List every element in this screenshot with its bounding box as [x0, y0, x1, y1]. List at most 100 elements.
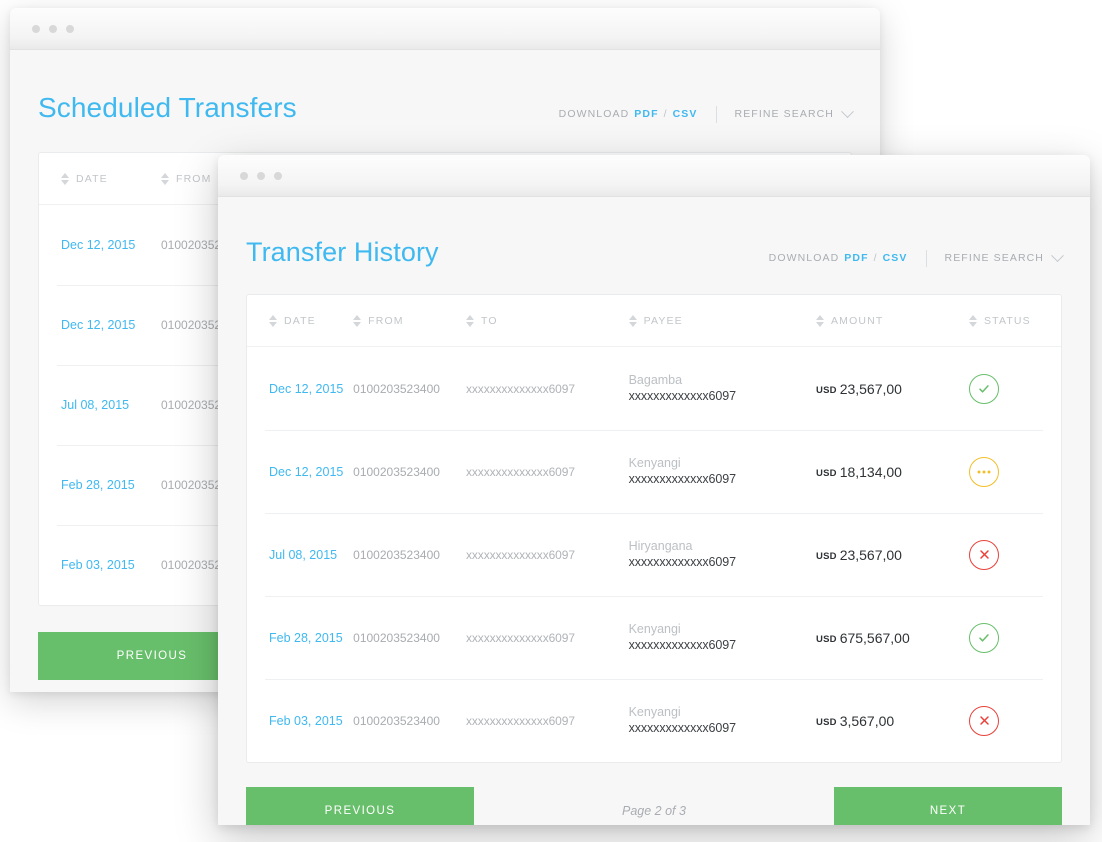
table-row[interactable]: Feb 03, 2015 0100203523400 xxxxxxxxxxxxx…	[247, 679, 1061, 762]
cell-from: 0100203523400	[353, 713, 440, 728]
chevron-down-icon-front	[1051, 248, 1064, 262]
amount-value: 23,567,00	[839, 380, 902, 397]
cell-date: Dec 12, 2015	[61, 238, 136, 252]
payee-account: xxxxxxxxxxxxx6097	[628, 720, 736, 735]
status-badge-pending-icon[interactable]	[969, 456, 1000, 487]
window-titlebar-back	[10, 8, 880, 50]
column-header-to[interactable]: TO	[466, 314, 629, 327]
status-badge-completed-icon[interactable]	[969, 622, 1000, 653]
cell-date: Jul 08, 2015	[61, 398, 130, 412]
cell-date: Dec 12, 2015	[61, 318, 136, 332]
column-label-to: TO	[481, 314, 498, 327]
download-pdf-link-back[interactable]: PDF	[634, 108, 658, 120]
cell-payee: Bagamba xxxxxxxxxxxxx6097	[629, 373, 816, 405]
sort-icon-from-back[interactable]	[161, 172, 169, 185]
column-header-date-back[interactable]: DATE	[43, 172, 161, 185]
payee-name: Kenyangi	[628, 455, 681, 470]
next-button[interactable]: NEXT	[833, 787, 1062, 825]
column-header-from[interactable]: FROM	[353, 314, 466, 327]
cell-to: xxxxxxxxxxxxxx6097	[466, 464, 575, 479]
cell-status	[969, 622, 1057, 653]
column-label-from-back: FROM	[176, 172, 212, 185]
cell-to: xxxxxxxxxxxxxx6097	[466, 630, 575, 645]
sort-icon-amount[interactable]	[816, 314, 825, 327]
amount-value: 675,567,00	[839, 629, 910, 646]
header-actions-back: DOWNLOAD PDF / CSV REFINE SEARCH	[559, 104, 854, 123]
sort-icon-date-back[interactable]	[61, 172, 69, 185]
payee-account: xxxxxxxxxxxxx6097	[628, 471, 736, 486]
table-row[interactable]: Dec 12, 2015 0100203523400 xxxxxxxxxxxxx…	[247, 430, 1061, 513]
download-pdf-link-front[interactable]: PDF	[844, 252, 868, 264]
page-indicator: Page 2 of 3	[622, 804, 686, 818]
cell-amount: USD 23,567,00	[816, 547, 969, 563]
window-controls-back	[32, 24, 74, 33]
cell-from: 0100203523400	[353, 547, 440, 562]
page-header-front: Transfer History DOWNLOAD PDF / CSV REFI…	[246, 197, 1064, 294]
currency-label: USD	[816, 716, 837, 728]
refine-search-label-back: REFINE SEARCH	[734, 108, 834, 120]
payee-name: Kenyangi	[628, 704, 681, 719]
close-dot-icon[interactable]	[32, 24, 40, 33]
cell-date: Feb 28, 2015	[269, 630, 343, 645]
minimize-dot-icon[interactable]	[257, 171, 265, 180]
refine-search-button-back[interactable]: REFINE SEARCH	[734, 104, 854, 120]
table-header-row-front: DATE FROM TO PAYEE AMOUNT STATUS	[247, 295, 1061, 347]
column-header-payee[interactable]: PAYEE	[628, 314, 816, 327]
cell-amount: USD 23,567,00	[816, 381, 969, 397]
header-actions-front: DOWNLOAD PDF / CSV REFINE SEARCH	[769, 248, 1064, 267]
download-csv-link-front[interactable]: CSV	[883, 252, 908, 264]
download-group-back: DOWNLOAD PDF / CSV	[559, 108, 698, 120]
maximize-dot-icon[interactable]	[66, 24, 74, 33]
cell-date: Jul 08, 2015	[269, 547, 338, 562]
table-row[interactable]: Feb 28, 2015 0100203523400 xxxxxxxxxxxxx…	[247, 596, 1061, 679]
payee-name: Bagamba	[628, 372, 683, 387]
table-row[interactable]: Jul 08, 2015 0100203523400 xxxxxxxxxxxxx…	[247, 513, 1061, 596]
cell-amount: USD 3,567,00	[816, 713, 969, 729]
status-badge-completed-icon[interactable]	[969, 373, 1000, 404]
download-csv-link-back[interactable]: CSV	[673, 108, 698, 120]
payee-account: xxxxxxxxxxxxx6097	[628, 637, 736, 652]
sort-icon-date[interactable]	[269, 314, 277, 327]
amount-value: 23,567,00	[839, 546, 902, 563]
column-label-date-back: DATE	[76, 172, 108, 185]
status-badge-failed-icon[interactable]	[969, 539, 1000, 570]
column-header-amount[interactable]: AMOUNT	[816, 314, 969, 327]
cell-status	[969, 705, 1057, 736]
sort-icon-to[interactable]	[466, 314, 474, 327]
download-label-front: DOWNLOAD	[768, 252, 840, 264]
pagination-footer-front: PREVIOUS Page 2 of 3 NEXT	[246, 763, 1062, 825]
column-header-status[interactable]: STATUS	[969, 314, 1057, 327]
maximize-dot-icon[interactable]	[274, 171, 282, 180]
window-titlebar-front	[218, 155, 1090, 197]
amount-value: 3,567,00	[839, 712, 895, 729]
cell-date: Feb 28, 2015	[61, 478, 135, 492]
transfer-history-window: Transfer History DOWNLOAD PDF / CSV REFI…	[218, 155, 1090, 825]
previous-button[interactable]: PREVIOUS	[246, 787, 474, 825]
refine-search-button-front[interactable]: REFINE SEARCH	[944, 248, 1064, 264]
sort-icon-status[interactable]	[969, 314, 978, 327]
column-label-from: FROM	[368, 314, 404, 327]
table-row[interactable]: Dec 12, 2015 0100203523400 xxxxxxxxxxxxx…	[247, 347, 1061, 430]
page-title-scheduled-transfers: Scheduled Transfers	[38, 92, 297, 123]
refine-search-label-front: REFINE SEARCH	[944, 252, 1044, 264]
currency-label: USD	[816, 633, 837, 645]
close-dot-icon[interactable]	[240, 171, 248, 180]
cell-to: xxxxxxxxxxxxxx6097	[466, 713, 575, 728]
payee-account: xxxxxxxxxxxxx6097	[628, 388, 736, 403]
cell-from: 0100203523400	[353, 630, 440, 645]
currency-label: USD	[816, 467, 837, 479]
status-badge-failed-icon[interactable]	[969, 705, 1000, 736]
minimize-dot-icon[interactable]	[49, 24, 57, 33]
column-label-payee: PAYEE	[643, 314, 683, 327]
transfer-history-table: DATE FROM TO PAYEE AMOUNT STATUS Dec 12,…	[246, 294, 1062, 763]
page-title-transfer-history: Transfer History	[246, 237, 439, 267]
currency-label: USD	[816, 550, 837, 562]
download-group-front: DOWNLOAD PDF / CSV	[769, 252, 908, 264]
download-separator-back: /	[663, 108, 668, 120]
column-label-date: DATE	[284, 314, 316, 327]
cell-date: Dec 12, 2015	[269, 464, 344, 479]
cell-to: xxxxxxxxxxxxxx6097	[466, 547, 575, 562]
sort-icon-from[interactable]	[353, 314, 362, 327]
sort-icon-payee[interactable]	[628, 314, 637, 327]
column-header-date[interactable]: DATE	[251, 314, 353, 327]
